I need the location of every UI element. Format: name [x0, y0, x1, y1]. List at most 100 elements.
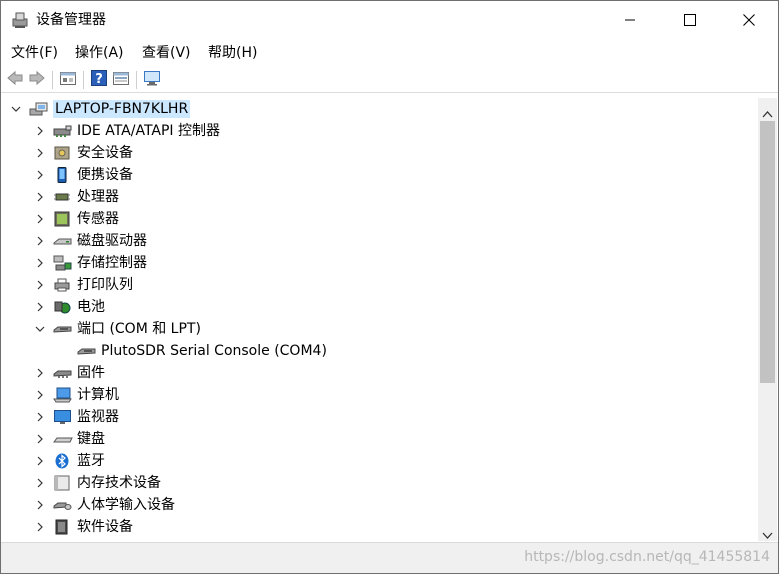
- tree-category-label: 计算机: [77, 387, 119, 403]
- tree-category-item[interactable]: 存储控制器: [1, 252, 758, 274]
- tree-category-label: 便携设备: [77, 167, 133, 183]
- menu-help[interactable]: 帮助(H): [208, 44, 257, 62]
- maximize-button[interactable]: [661, 1, 719, 39]
- tree-category-label: 磁盘驱动器: [77, 233, 147, 249]
- chevron-right-icon[interactable]: [33, 278, 47, 292]
- close-button[interactable]: [720, 1, 778, 39]
- tree-category-label: 键盘: [77, 431, 105, 447]
- vertical-scrollbar[interactable]: [758, 98, 777, 541]
- chevron-right-icon[interactable]: [33, 388, 47, 402]
- battery-icon: [53, 299, 71, 315]
- chevron-right-icon[interactable]: [33, 410, 47, 424]
- chevron-right-icon[interactable]: [33, 190, 47, 204]
- menu-file[interactable]: 文件(F): [11, 44, 58, 62]
- status-bar: https://blog.csdn.net/qq_41455814: [1, 542, 778, 573]
- tree-category-label: 电池: [77, 299, 105, 315]
- bluetooth-icon: [53, 453, 71, 469]
- chevron-right-icon[interactable]: [33, 520, 47, 534]
- toolbar-separator: [52, 71, 53, 89]
- tree-category-item[interactable]: 电池: [1, 296, 758, 318]
- tree-category-item[interactable]: 固件: [1, 362, 758, 384]
- software-device-icon: [53, 519, 71, 535]
- chevron-right-icon[interactable]: [33, 168, 47, 182]
- tree-category-item[interactable]: 键盘: [1, 428, 758, 450]
- tree-category-item[interactable]: 蓝牙: [1, 450, 758, 472]
- tree-category-item[interactable]: IDE ATA/ATAPI 控制器: [1, 120, 758, 142]
- chevron-right-icon[interactable]: [33, 146, 47, 160]
- forward-icon: [28, 70, 46, 90]
- storage-controller-icon: [53, 255, 72, 271]
- portable-device-icon: [53, 167, 71, 183]
- computer-icon: [53, 387, 72, 403]
- device-manager-window: 设备管理器 文件(F) 操作(A) 查看(V) 帮助(H) ? LAPTOP-F…: [0, 0, 779, 574]
- help-button[interactable]: ?: [89, 70, 109, 90]
- chevron-down-icon[interactable]: [9, 102, 23, 116]
- title-bar[interactable]: 设备管理器: [1, 1, 778, 39]
- chevron-right-icon[interactable]: [33, 498, 47, 512]
- chevron-right-icon[interactable]: [33, 124, 47, 138]
- close-icon: [743, 11, 755, 30]
- chevron-down-icon[interactable]: [33, 322, 47, 336]
- tree-category-item[interactable]: 监视器: [1, 406, 758, 428]
- maximize-icon: [684, 11, 696, 30]
- toolbar-separator: [136, 71, 137, 89]
- toolbar-separator: [83, 71, 84, 89]
- chevron-right-icon[interactable]: [33, 234, 47, 248]
- menu-action[interactable]: 操作(A): [75, 44, 124, 62]
- tree-category-item[interactable]: 人体学输入设备: [1, 494, 758, 516]
- minimize-button[interactable]: [601, 1, 659, 39]
- scan-hardware-button[interactable]: [142, 70, 162, 90]
- chevron-right-icon[interactable]: [33, 476, 47, 490]
- view-button[interactable]: [111, 70, 131, 90]
- monitor-icon: [143, 70, 161, 90]
- back-button[interactable]: [5, 70, 25, 90]
- tree-category-item[interactable]: 磁盘驱动器: [1, 230, 758, 252]
- tree-category-label: 安全设备: [77, 145, 133, 161]
- minimize-icon: [624, 11, 636, 30]
- disk-drive-icon: [53, 233, 72, 249]
- keyboard-icon: [53, 431, 73, 447]
- tree-category-item[interactable]: 打印队列: [1, 274, 758, 296]
- properties-button[interactable]: [58, 70, 78, 90]
- processor-icon: [53, 189, 71, 205]
- hid-icon: [53, 497, 72, 513]
- menu-view[interactable]: 查看(V): [142, 44, 191, 62]
- device-tree[interactable]: LAPTOP-FBN7KLHR IDE ATA/ATAPI 控制器 安全设备便携设…: [1, 96, 758, 541]
- tree-category-item[interactable]: 安全设备: [1, 142, 758, 164]
- tree-category-item[interactable]: 处理器: [1, 186, 758, 208]
- help-icon: ?: [90, 69, 108, 91]
- chevron-right-icon[interactable]: [33, 432, 47, 446]
- scroll-up-icon[interactable]: [762, 103, 773, 122]
- tree-category-item[interactable]: 软件设备: [1, 516, 758, 538]
- computer-icon: [29, 101, 48, 117]
- back-icon: [6, 70, 24, 90]
- forward-button[interactable]: [27, 70, 47, 90]
- tree-category-item[interactable]: 传感器: [1, 208, 758, 230]
- chevron-right-icon[interactable]: [33, 366, 47, 380]
- properties-icon: [59, 70, 77, 90]
- chevron-right-icon[interactable]: [33, 212, 47, 226]
- tree-category-item[interactable]: 计算机: [1, 384, 758, 406]
- chevron-right-icon[interactable]: [33, 454, 47, 468]
- toolbar: ?: [1, 67, 778, 93]
- tree-category-label: 端口 (COM 和 LPT): [77, 321, 201, 337]
- chevron-right-icon[interactable]: [33, 256, 47, 270]
- sensor-icon: [53, 211, 71, 227]
- menu-bar: 文件(F) 操作(A) 查看(V) 帮助(H): [1, 41, 778, 65]
- tree-category-label: IDE ATA/ATAPI 控制器: [77, 123, 221, 139]
- device-manager-app-icon: [11, 11, 29, 29]
- tree-device-item[interactable]: PlutoSDR Serial Console (COM4): [1, 340, 758, 362]
- port-icon: [53, 321, 72, 337]
- ide-controller-icon: [53, 123, 72, 139]
- scrollbar-thumb[interactable]: [760, 121, 775, 383]
- firmware-icon: [53, 365, 72, 381]
- tree-category-label: 监视器: [77, 409, 119, 425]
- tree-category-label: 传感器: [77, 211, 119, 227]
- tree-category-item[interactable]: 端口 (COM 和 LPT): [1, 318, 758, 340]
- tree-category-label: 处理器: [77, 189, 119, 205]
- tree-category-label: 内存技术设备: [77, 475, 161, 491]
- tree-category-item[interactable]: 内存技术设备: [1, 472, 758, 494]
- chevron-right-icon[interactable]: [33, 300, 47, 314]
- tree-category-item[interactable]: 便携设备: [1, 164, 758, 186]
- tree-root[interactable]: LAPTOP-FBN7KLHR: [1, 98, 758, 120]
